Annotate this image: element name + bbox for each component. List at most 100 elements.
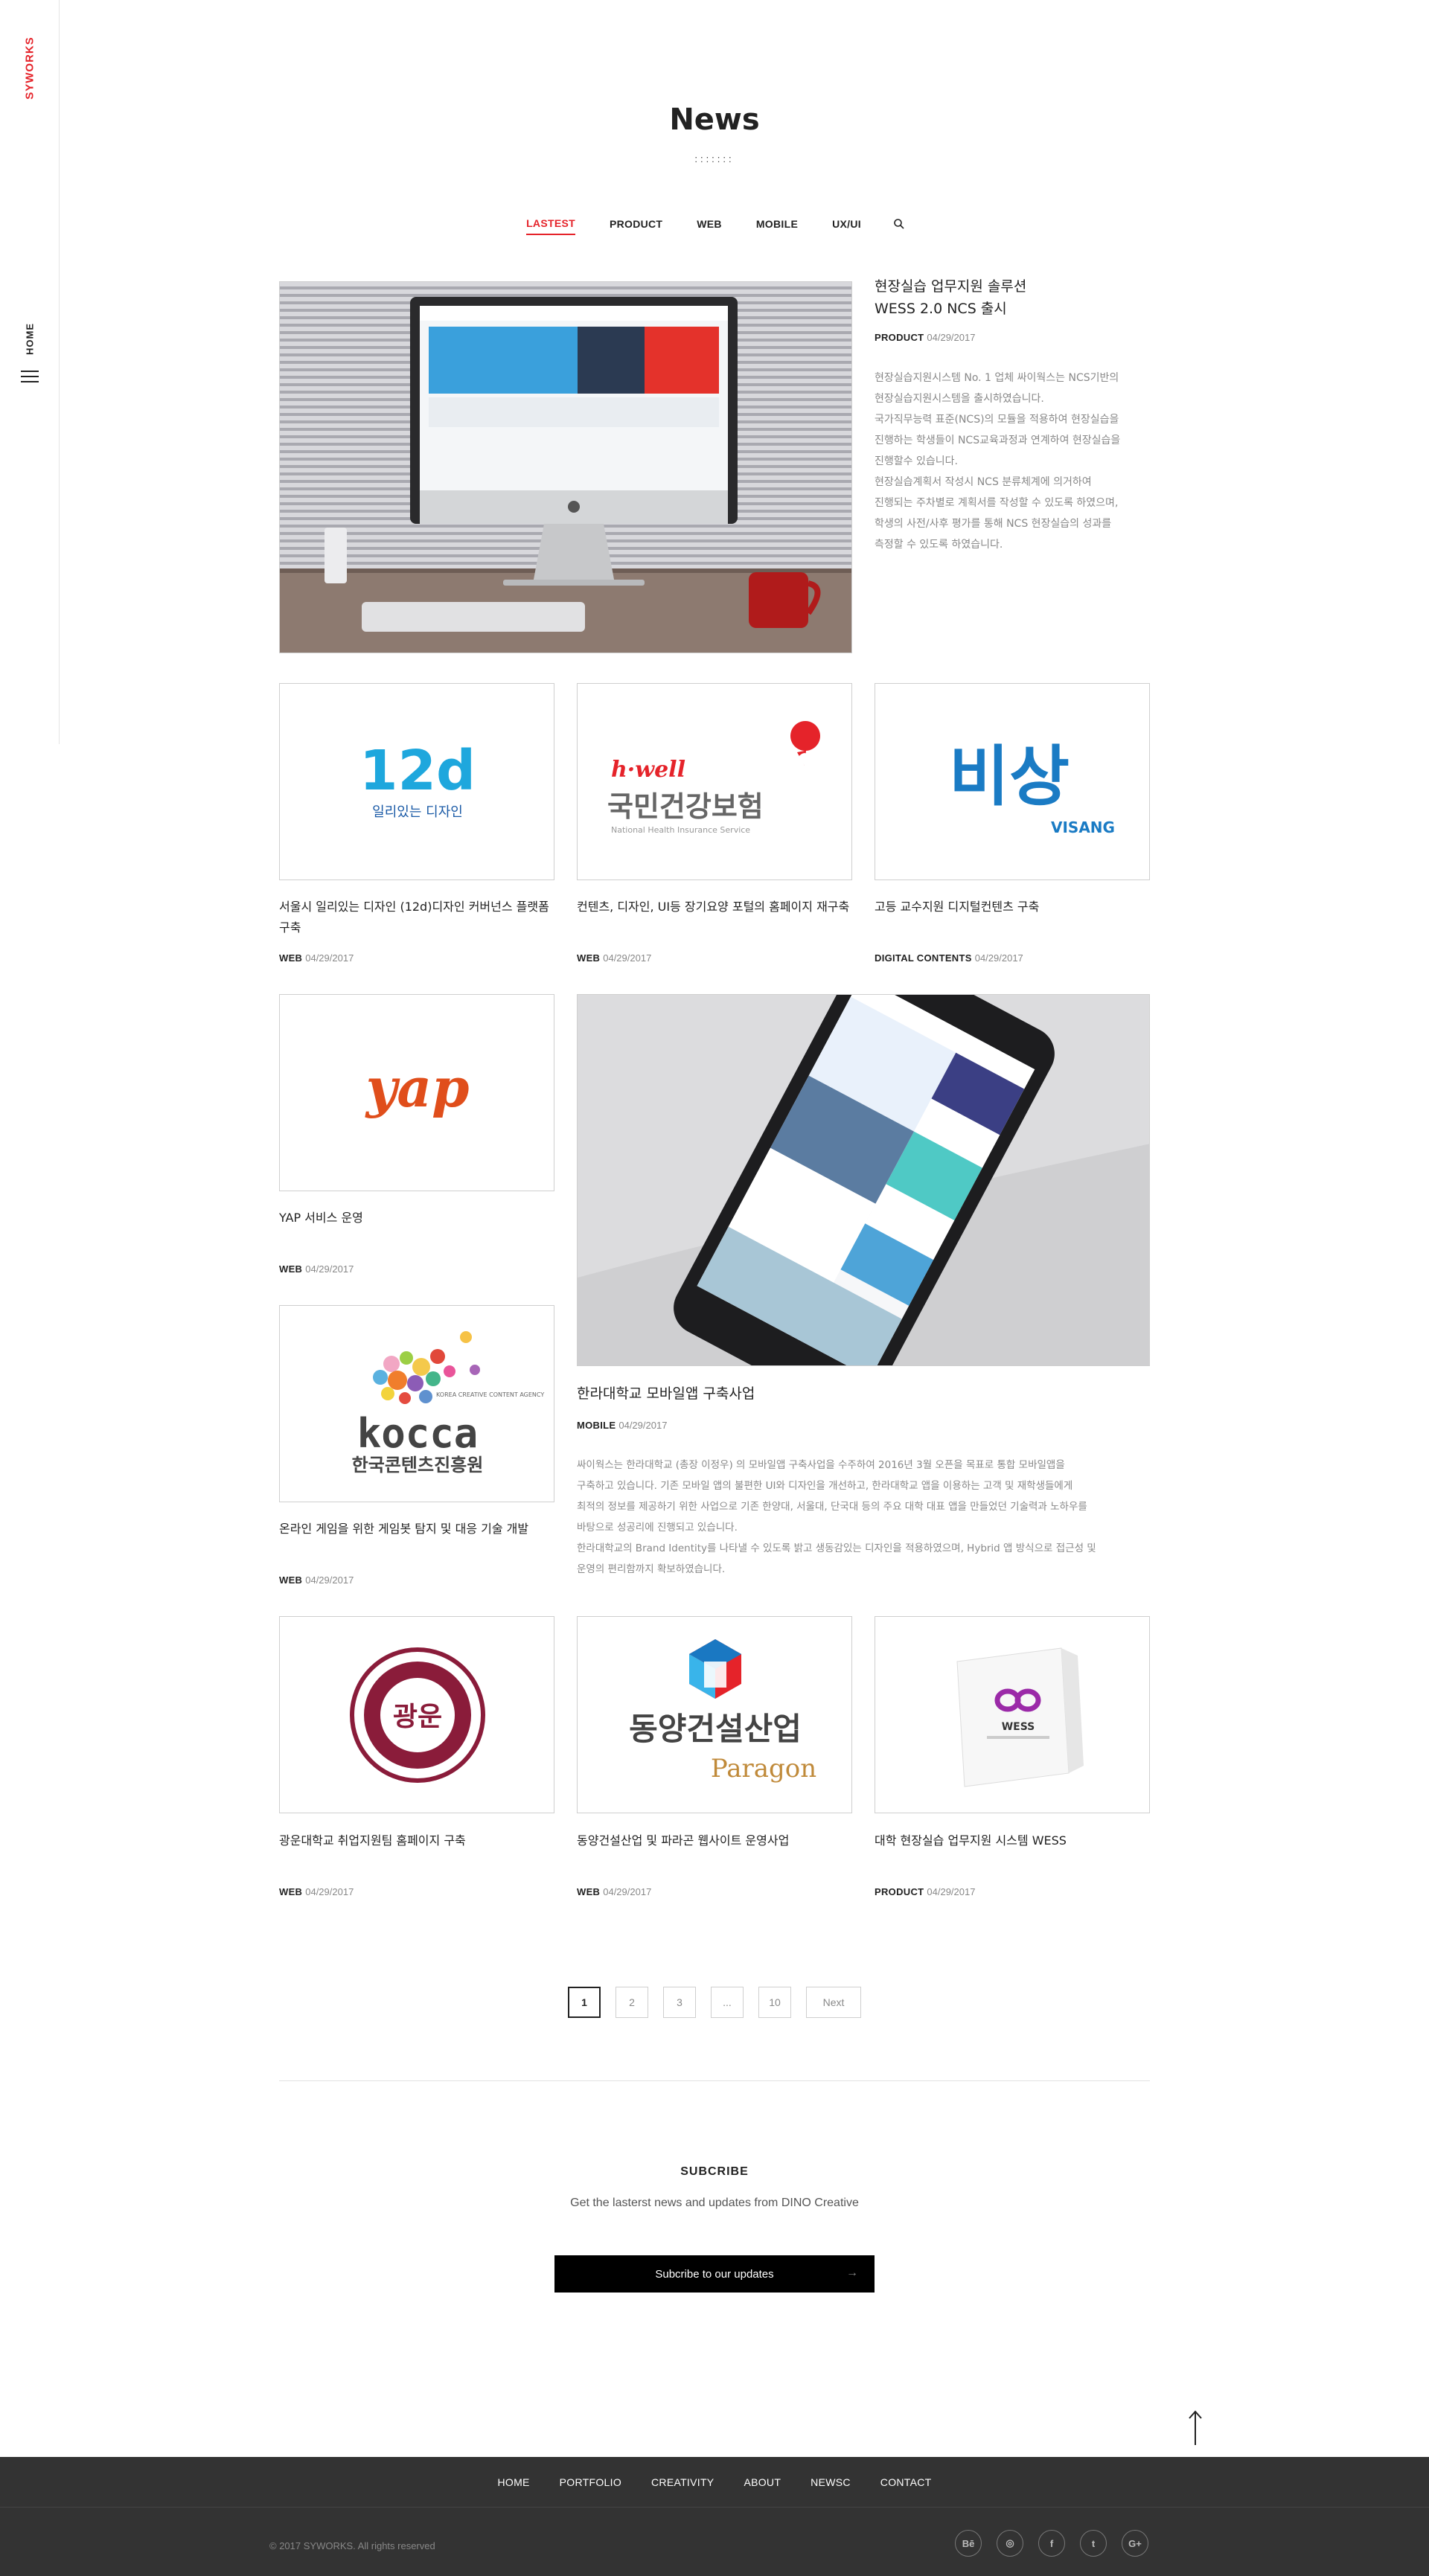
search-icon[interactable] bbox=[893, 218, 905, 230]
google-plus-icon[interactable]: G+ bbox=[1122, 2530, 1148, 2557]
tab-web[interactable]: WEB bbox=[697, 218, 722, 234]
behance-icon[interactable]: Bē bbox=[955, 2530, 982, 2557]
featured-meta: PRODUCT 04/29/2017 bbox=[875, 332, 975, 343]
item-meta-visang: DIGITAL CONTENTS 04/29/2017 bbox=[875, 952, 1023, 964]
item-title-kwangwoon[interactable]: 광운대학교 취업지원팀 홈페이지 구축 bbox=[279, 1830, 554, 1851]
subscribe-text: Get the lasterst news and updates from D… bbox=[570, 2197, 859, 2209]
copyright: © 2017 SYWORKS. All rights reserved bbox=[269, 2540, 435, 2551]
item-date: 04/29/2017 bbox=[974, 952, 1023, 964]
item-title-visang[interactable]: 고등 교수지원 디지털컨텐츠 구축 bbox=[875, 897, 1150, 917]
footer-link-home[interactable]: HOME bbox=[497, 2476, 529, 2488]
item-category[interactable]: DIGITAL CONTENTS bbox=[875, 952, 972, 964]
svg-text:VISANG: VISANG bbox=[1051, 818, 1115, 836]
featured-category[interactable]: PRODUCT bbox=[875, 332, 924, 343]
featured-title[interactable]: 현장실습 업무지원 솔루션 WESS 2.0 NCS 출시 bbox=[875, 275, 1142, 320]
page-10-button[interactable]: 10 bbox=[758, 1987, 791, 2018]
svg-text:yap: yap bbox=[365, 1056, 470, 1119]
svg-text:h·well: h·well bbox=[611, 757, 685, 783]
footer-nav: HOME PORTFOLIO CREATIVITY ABOUT NEWSC CO… bbox=[0, 2457, 1429, 2508]
svg-text:National Health Insurance Serv: National Health Insurance Service bbox=[611, 825, 750, 835]
svg-text:kocca: kocca bbox=[357, 1410, 479, 1457]
item-title-kocca[interactable]: 온라인 게임을 위한 게임봇 탐지 및 대응 기술 개발 bbox=[279, 1519, 554, 1539]
footer-link-contact[interactable]: CONTACT bbox=[880, 2476, 932, 2488]
page-3-button[interactable]: 3 bbox=[663, 1987, 696, 2018]
subscribe-button-label: Subcribe to our updates bbox=[655, 2267, 774, 2281]
item-meta-kocca: WEB 04/29/2017 bbox=[279, 1574, 354, 1586]
item-category[interactable]: WEB bbox=[279, 1263, 302, 1275]
item-category[interactable]: WEB bbox=[279, 1886, 302, 1897]
category-tabs: LASTEST PRODUCT WEB MOBILE UX/UI bbox=[0, 217, 1429, 235]
item-category[interactable]: WEB bbox=[279, 1574, 302, 1586]
back-to-top-icon[interactable] bbox=[1187, 2409, 1203, 2447]
svg-text:국민건강보험: 국민건강보험 bbox=[607, 790, 764, 823]
section-divider bbox=[279, 2080, 1150, 2081]
brand-logo-text: SYWORKS bbox=[23, 36, 36, 100]
pagination: 1 2 3 ... 10 Next bbox=[0, 1987, 1429, 2018]
svg-text:일리있는 디자인: 일리있는 디자인 bbox=[372, 804, 463, 820]
next-page-button[interactable]: Next bbox=[806, 1987, 861, 2018]
footer: HOME PORTFOLIO CREATIVITY ABOUT NEWSC CO… bbox=[0, 2457, 1429, 2576]
mobile-feature-description: 싸이웍스는 한라대학교 (총장 이정우) 의 모바일앱 구축사업을 수주하여 2… bbox=[577, 1459, 1096, 1575]
item-thumb-12d[interactable]: 12d 일리있는 디자인 bbox=[279, 683, 554, 880]
item-thumb-dongyang[interactable]: 동양건설산업 Paragon bbox=[577, 1616, 852, 1813]
facebook-icon[interactable]: f bbox=[1038, 2530, 1065, 2557]
item-thumb-visang[interactable]: 비상 VISANG bbox=[875, 683, 1150, 880]
featured-image[interactable] bbox=[279, 281, 852, 653]
page-1-button[interactable]: 1 bbox=[568, 1987, 601, 2018]
item-thumb-kocca[interactable]: KOREA CREATIVE CONTENT AGENCY kocca 한국콘텐… bbox=[279, 1305, 554, 1502]
item-category[interactable]: WEB bbox=[577, 1886, 600, 1897]
svg-text:Paragon: Paragon bbox=[711, 1754, 816, 1784]
item-thumb-yap[interactable]: yap bbox=[279, 994, 554, 1191]
item-date: 04/29/2017 bbox=[305, 1574, 354, 1586]
item-title-12d[interactable]: 서울시 일리있는 디자인 (12d)디자인 커버넌스 플랫폼 구축 bbox=[279, 897, 554, 938]
item-thumb-nhis[interactable]: h·well 국민건강보험 National Health Insurance … bbox=[577, 683, 852, 880]
mobile-feature-meta: MOBILE 04/29/2017 bbox=[577, 1420, 667, 1431]
menu-icon[interactable] bbox=[21, 371, 39, 384]
svg-text:비상: 비상 bbox=[949, 738, 1070, 815]
title-dots: ::::::: bbox=[694, 153, 735, 164]
item-meta-yap: WEB 04/29/2017 bbox=[279, 1263, 354, 1275]
item-meta-dongyang: WEB 04/29/2017 bbox=[577, 1886, 651, 1897]
svg-text:한국콘텐츠진흥원: 한국콘텐츠진흥원 bbox=[352, 1455, 484, 1476]
svg-text:WESS: WESS bbox=[1002, 1721, 1035, 1733]
arrow-right-icon: → bbox=[846, 2266, 858, 2279]
tab-mobile[interactable]: MOBILE bbox=[756, 218, 798, 234]
item-meta-12d: WEB 04/29/2017 bbox=[279, 952, 354, 964]
item-meta-nhis: WEB 04/29/2017 bbox=[577, 952, 651, 964]
svg-text:12d: 12d bbox=[359, 739, 476, 803]
item-meta-wess: PRODUCT 04/29/2017 bbox=[875, 1886, 975, 1897]
page-2-button[interactable]: 2 bbox=[616, 1987, 648, 2018]
item-category[interactable]: PRODUCT bbox=[875, 1886, 924, 1897]
footer-link-about[interactable]: ABOUT bbox=[744, 2476, 781, 2488]
mobile-feature-category[interactable]: MOBILE bbox=[577, 1420, 616, 1431]
featured-date: 04/29/2017 bbox=[927, 332, 976, 343]
item-thumb-wess[interactable]: WESS bbox=[875, 1616, 1150, 1813]
item-title-wess[interactable]: 대학 현장실습 업무지원 시스템 WESS bbox=[875, 1830, 1150, 1851]
twitter-icon[interactable]: t bbox=[1080, 2530, 1107, 2557]
footer-link-portfolio[interactable]: PORTFOLIO bbox=[560, 2476, 621, 2488]
item-date: 04/29/2017 bbox=[305, 1263, 354, 1275]
item-title-nhis[interactable]: 컨텐츠, 디자인, UI등 장기요양 포털의 홈페이지 재구축 bbox=[577, 897, 852, 917]
item-date: 04/29/2017 bbox=[305, 952, 354, 964]
item-category[interactable]: WEB bbox=[279, 952, 302, 964]
home-label: HOME bbox=[24, 323, 36, 355]
social-links: Bē ◎ f t G+ bbox=[955, 2530, 1148, 2557]
item-date: 04/29/2017 bbox=[927, 1886, 976, 1897]
item-thumb-kwangwoon[interactable]: 광운 bbox=[279, 1616, 554, 1813]
subscribe-button[interactable]: Subcribe to our updates → bbox=[554, 2255, 875, 2293]
item-title-yap[interactable]: YAP 서비스 운영 bbox=[279, 1208, 554, 1228]
tab-uxui[interactable]: UX/UI bbox=[832, 218, 861, 234]
mobile-feature-title[interactable]: 한라대학교 모바일앱 구축사업 bbox=[577, 1383, 1098, 1404]
home-link[interactable]: HOME bbox=[7, 320, 52, 357]
tab-product[interactable]: PRODUCT bbox=[610, 218, 662, 234]
dribbble-icon[interactable]: ◎ bbox=[997, 2530, 1023, 2557]
page-ellipsis: ... bbox=[711, 1987, 744, 2018]
item-date: 04/29/2017 bbox=[305, 1886, 354, 1897]
footer-link-creativity[interactable]: CREATIVITY bbox=[651, 2476, 714, 2488]
brand-logo[interactable]: SYWORKS bbox=[22, 36, 37, 103]
tab-lastest[interactable]: LASTEST bbox=[526, 217, 575, 235]
item-category[interactable]: WEB bbox=[577, 952, 600, 964]
footer-link-news[interactable]: NEWSC bbox=[811, 2476, 851, 2488]
mobile-feature-image[interactable] bbox=[577, 994, 1150, 1366]
item-title-dongyang[interactable]: 동양건설산업 및 파라곤 웹사이트 운영사업 bbox=[577, 1830, 852, 1851]
